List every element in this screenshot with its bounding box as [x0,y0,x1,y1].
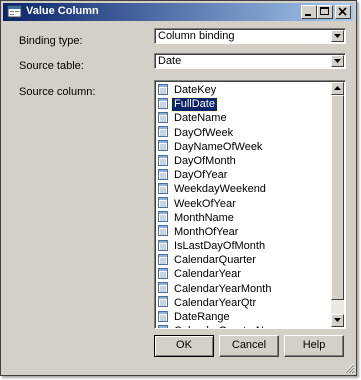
column-item[interactable]: CalendarQuarterName [158,324,287,328]
column-field-icon [158,111,168,123]
value-column-dialog: Value Column Binding type: Column bindin… [0,0,357,376]
scroll-thumb[interactable] [331,95,344,300]
source-table-value: Date [158,55,182,67]
column-field-icon [158,268,168,280]
column-item-label: DateRange [174,311,230,323]
source-table-combo[interactable]: Date [154,53,346,69]
column-item-label: CalendarQuarterName [172,325,287,328]
column-item-label: CalendarYearMonth [174,282,272,295]
arrow-up-icon [334,86,341,90]
cancel-button[interactable]: Cancel [219,335,279,357]
column-item[interactable]: DateName [158,111,287,126]
column-item-label: WeekdayWeekend [174,183,266,196]
window-title: Value Column [26,5,99,17]
column-item-label: FullDate [171,97,218,113]
column-item[interactable]: MonthName [158,211,287,226]
ok-button[interactable]: OK [154,335,214,357]
chevron-down-icon [334,59,341,63]
minimize-icon [305,14,311,16]
resize-grip-icon[interactable] [343,362,355,374]
vertical-scrollbar[interactable] [331,82,344,327]
column-item-label: DayOfWeek [174,126,234,139]
arrow-down-icon [334,318,341,322]
column-field-icon [158,211,168,223]
column-field-icon [158,126,168,138]
column-item-label: CalendarYearQtr [174,296,257,309]
column-item[interactable]: DayOfWeek [158,126,287,141]
binding-type-label: Binding type: [19,35,83,47]
column-item[interactable]: CalendarYearQtr [158,296,287,311]
column-item-label: CalendarQuarter [174,254,256,267]
column-item[interactable]: MonthOfYear [158,225,287,240]
binding-type-dropdown-button[interactable] [331,30,344,42]
minimize-button[interactable] [301,5,317,19]
column-field-icon [158,140,168,152]
help-button[interactable]: Help [284,335,344,357]
column-item-label: CalendarYear [174,268,241,281]
column-item[interactable]: DayOfMonth [158,154,287,169]
column-item-label: IsLastDayOfMonth [174,240,266,253]
column-item-label: DateName [174,112,227,125]
column-field-icon [158,282,168,294]
column-item-label: MonthName [174,211,234,224]
column-field-icon [158,182,168,194]
column-field-icon [158,197,168,209]
column-field-icon [158,239,168,251]
column-field-icon [158,324,168,328]
close-button[interactable] [335,5,351,19]
column-item[interactable]: CalendarQuarter [158,253,287,268]
column-field-icon [158,154,168,166]
close-icon [338,7,347,16]
chevron-down-icon [334,34,341,38]
column-field-icon [158,296,168,308]
source-column-label: Source column: [19,86,96,98]
column-item-label: WeekOfYear [174,197,236,210]
column-item[interactable]: DayOfYear [158,168,287,183]
column-field-icon [158,168,168,180]
maximize-icon [320,7,329,15]
source-table-label: Source table: [19,60,84,72]
column-item[interactable]: IsLastDayOfMonth [158,239,287,254]
column-item[interactable]: DateKey [158,83,287,98]
column-items: DateKey FullDate DateName DayOfWeek DayNameO… [158,83,287,328]
column-item[interactable]: CalendarYearMonth [158,282,287,297]
source-column-list[interactable]: DateKey FullDate DateName DayOfWeek DayNameO… [154,80,346,329]
column-item[interactable]: WeekOfYear [158,197,287,212]
maximize-button[interactable] [317,5,333,19]
scroll-down-button[interactable] [331,314,344,327]
source-table-dropdown-button[interactable] [331,55,344,67]
column-item-label: DateKey [174,84,217,96]
column-field-icon [158,225,168,237]
column-item-label: MonthOfYear [174,225,239,238]
dialog-app-icon [7,4,23,20]
column-field-icon [158,310,168,322]
title-bar[interactable]: Value Column [3,3,354,21]
column-item[interactable]: DateRange [158,310,287,325]
scroll-up-button[interactable] [331,82,344,95]
column-field-icon [158,83,168,95]
column-field-icon [158,97,168,109]
column-item-label: DayOfYear [174,169,228,182]
column-item-label: DayNameOfWeek [174,140,263,153]
binding-type-combo[interactable]: Column binding [154,28,346,44]
column-item[interactable]: FullDate [158,97,287,113]
binding-type-value: Column binding [158,30,235,42]
column-item-label: DayOfMonth [174,154,236,167]
column-field-icon [158,253,168,265]
column-item[interactable]: DayNameOfWeek [158,140,287,155]
column-item[interactable]: WeekdayWeekend [158,182,287,197]
column-item[interactable]: CalendarYear [158,268,287,282]
